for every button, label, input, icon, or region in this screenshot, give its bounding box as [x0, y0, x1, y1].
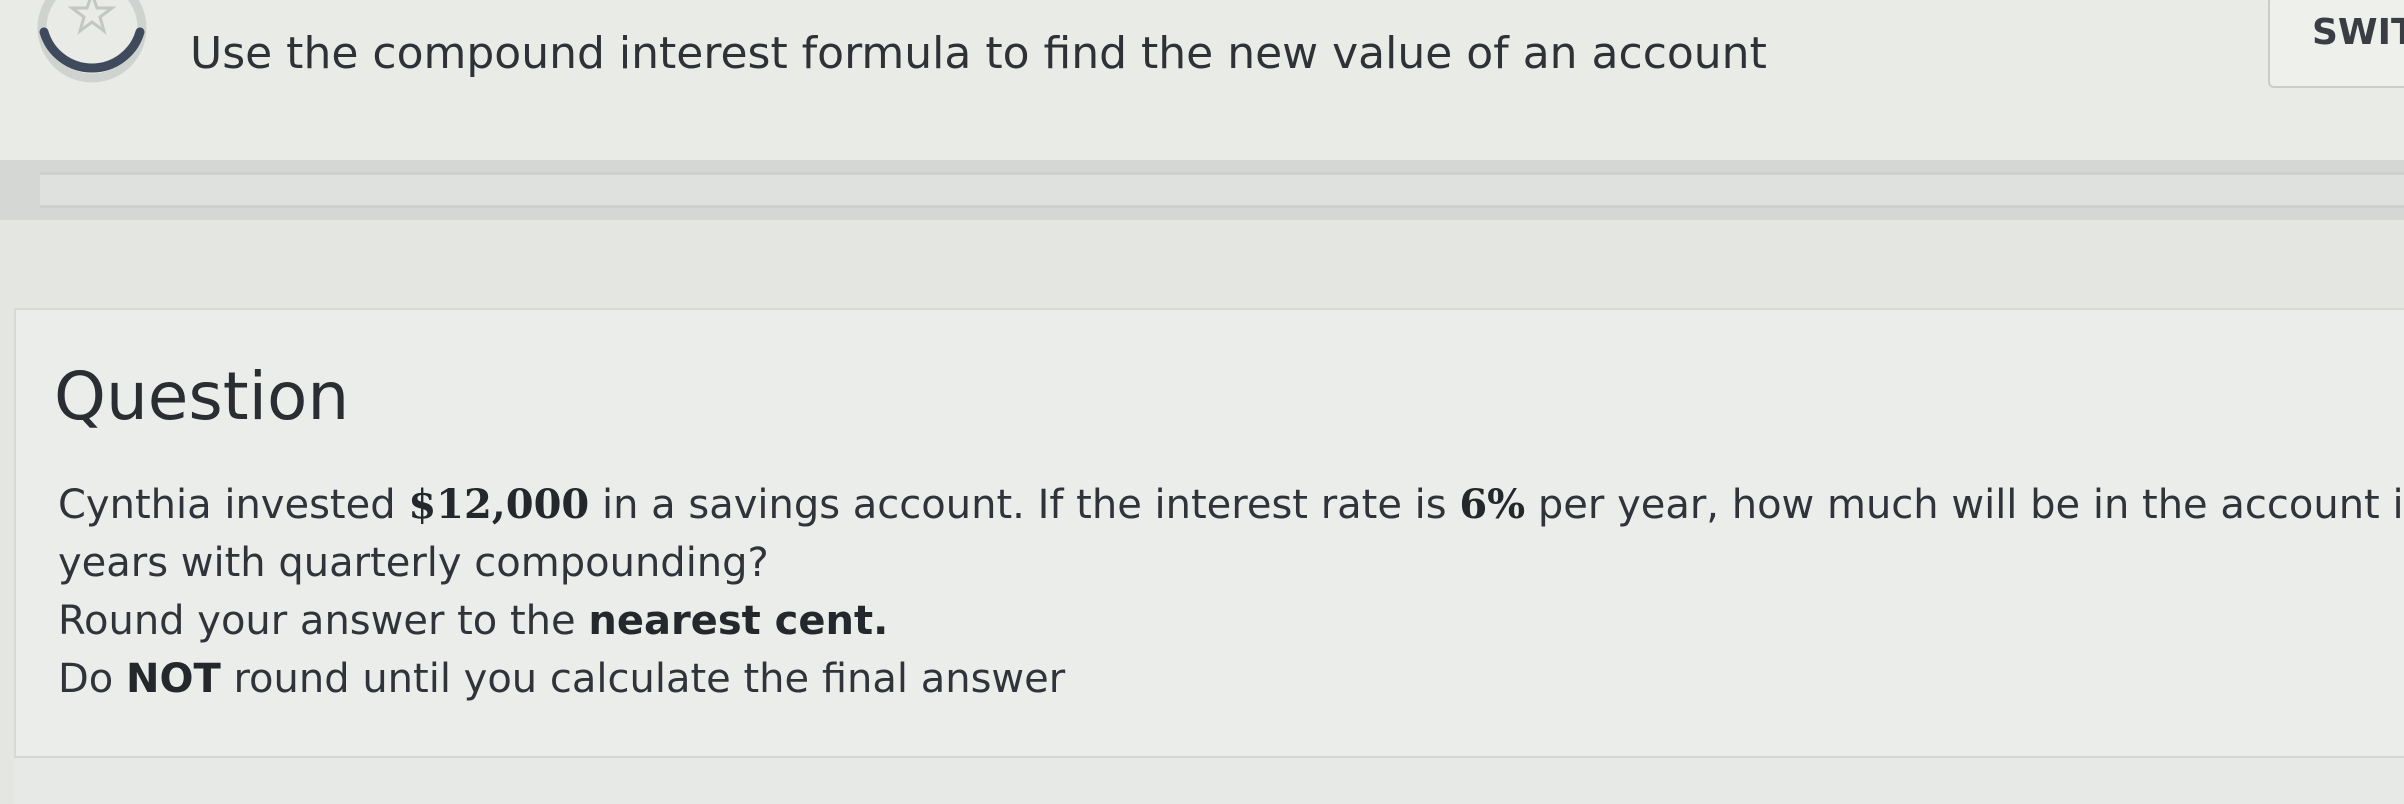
question-line-4: Do NOT round until you calculate the fin… — [58, 650, 2398, 708]
question-heading: Question — [54, 358, 350, 435]
question-body: Cynthia invested $12,000 in a savings ac… — [58, 476, 2404, 708]
question-text: Cynthia invested — [58, 482, 409, 528]
switch-button[interactable]: SWIT — [2268, 0, 2404, 88]
question-text: per year, how much will be in the accoun… — [1525, 482, 2404, 528]
instruction-emphasis: NOT — [126, 656, 221, 702]
page-title: Use the compound interest formula to fin… — [190, 28, 1767, 79]
question-line-3: Round your answer to the nearest cent. — [58, 592, 2398, 650]
answer-area — [14, 756, 2404, 804]
question-line-1: Cynthia invested $12,000 in a savings ac… — [58, 476, 2404, 534]
interest-rate: 6% — [1459, 481, 1526, 528]
question-panel: Question Cynthia invested $12,000 in a s… — [14, 308, 2404, 778]
instruction-text: Do — [58, 656, 126, 702]
star-progress-icon — [37, 0, 147, 83]
instruction-text: round until you calculate the final answ… — [220, 656, 1066, 702]
header-divider-inner — [40, 172, 2404, 208]
principal-amount: $12,000 — [408, 481, 590, 528]
instruction-emphasis: nearest cent. — [588, 598, 889, 644]
question-text: in a savings account. If the interest ra… — [589, 482, 1460, 528]
instruction-text: Round your answer to the — [58, 598, 589, 644]
header: Use the compound interest formula to fin… — [0, 0, 2404, 160]
question-line-2: years with quarterly compounding? — [58, 540, 769, 586]
